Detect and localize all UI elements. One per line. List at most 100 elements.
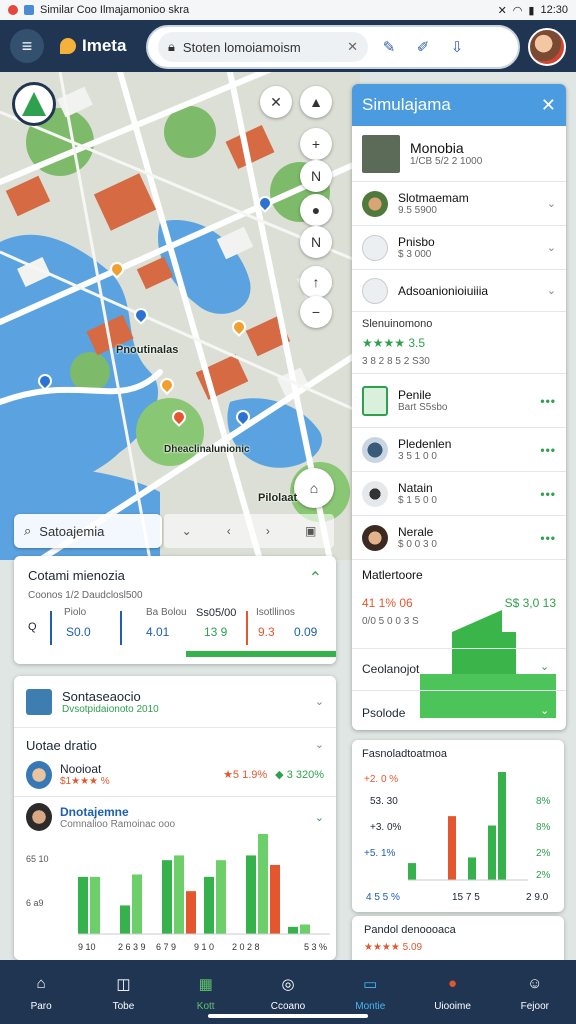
chevron-down-icon[interactable]: ⌄ (547, 284, 556, 297)
chart-bar (498, 772, 506, 880)
section-title: Uotae dratio (26, 738, 97, 753)
compass-map-icon[interactable]: N (300, 226, 332, 258)
chevron-down-icon[interactable]: ⌄ (315, 738, 324, 753)
col-head: Ss05/00 (196, 607, 237, 619)
more-icon[interactable]: ••• (540, 531, 556, 545)
avatar (362, 436, 388, 463)
profile-name: Dnotajemne (60, 804, 129, 819)
summary-sub: Coonos 1/2 Daudclosl500 (28, 590, 143, 601)
route-icon[interactable]: ⌂ (294, 468, 334, 508)
y-tick-label: 8% (536, 822, 551, 833)
chart-bar (174, 855, 184, 934)
profile-pct-green: ◆ 3 320% (275, 769, 324, 781)
more-icon[interactable]: ••• (540, 487, 556, 501)
navigate-icon[interactable]: ▲ (300, 86, 332, 118)
x-tick-label: 2 6 3 9 (118, 942, 146, 952)
list-item[interactable]: Nerale $ 0 0 3 0 ••• (352, 516, 566, 560)
save-icon[interactable]: ▣ (305, 524, 316, 538)
stats-bar (452, 632, 516, 674)
status-app-label: Similar Coo Ilmajamonioo skra (40, 4, 190, 16)
edit-icon[interactable]: ✐ (410, 34, 436, 60)
list-item[interactable]: Natain $ 1 5 0 0 ••• (352, 472, 566, 516)
nav-item-bag[interactable]: ◫ Tobe (82, 960, 164, 1024)
y-tick-label: 2% (536, 870, 551, 881)
more-icon[interactable]: ••• (540, 443, 556, 457)
list-item[interactable]: Adsoanionioiuiiia ⌄ (352, 270, 566, 312)
menu-button[interactable]: ≡ (10, 29, 44, 63)
location-badge[interactable] (12, 82, 56, 126)
map-view[interactable]: ✕ ▲ + N ● N ↑ − ⌂ Pnoutinalas Dheaclinal… (0, 72, 360, 560)
x-tick-label: 6 7 9 (156, 942, 177, 952)
chart-bar (90, 876, 100, 934)
nav-item-flame[interactable]: ● Uiooime (411, 960, 493, 1024)
list-item[interactable]: Pnisbo $ 3 000 ⌄ (352, 226, 566, 270)
chevron-down-icon[interactable]: ⌄ (540, 660, 549, 673)
row-title: Psolode (362, 706, 406, 720)
chevron-down-icon[interactable]: ⌄ (315, 811, 324, 824)
card-header-sub: Dvsotpidaionoto 2010 (62, 703, 159, 715)
battery-icon: ▮ (528, 4, 535, 17)
zoom-in-button[interactable]: + (300, 128, 332, 160)
list-item[interactable]: Penile Bart S5sbo ••• (352, 374, 566, 428)
chevron-up-icon[interactable]: ⌃ (309, 568, 322, 588)
nav-item-home[interactable]: ⌂ Paro (0, 960, 82, 1024)
pen-icon[interactable]: ✎ (376, 34, 402, 60)
car-icon (362, 234, 388, 261)
chevron-down-icon[interactable]: ⌄ (182, 524, 192, 538)
featured-thumbnail (362, 134, 400, 173)
person-icon: ☺ (527, 975, 543, 992)
clear-icon[interactable]: ✕ (347, 39, 358, 55)
featured-item[interactable]: Monobia 1/CB 5/2 2 1000 (352, 126, 566, 182)
y-tick-label: 2% (536, 848, 551, 859)
side-panel: Simulajama ✕ Monobia 1/CB 5/2 2 1000 Slo… (352, 84, 566, 730)
x-tick-label: 5 3 % (304, 942, 328, 952)
chevron-down-icon[interactable]: ⌄ (547, 241, 556, 254)
card-header[interactable]: Sontaseaocio Dvsotpidaionoto 2010 ⌄ (14, 676, 336, 728)
chevron-down-icon[interactable]: ⌄ (315, 695, 324, 708)
up-icon[interactable]: ↑ (300, 266, 332, 298)
hamburger-icon: ≡ (21, 35, 33, 56)
list-item-sub: $ 1 5 0 0 (398, 495, 437, 506)
nav-item-profile[interactable]: ☺ Fejoor (494, 960, 576, 1024)
y-tick-label: 4 5 5 % (366, 892, 400, 903)
profile-row[interactable]: Nooioat $1★★★ % ★5 1.9% ◆ 3 320% (14, 753, 336, 797)
close-icon[interactable]: ✕ (541, 95, 556, 116)
user-avatar[interactable] (528, 28, 566, 66)
pin-icon[interactable]: ● (300, 194, 332, 226)
app-bar: ≡ Imeta 🔒︎ Stoten lomoiamoism ✕ ✎ ✐ ⇩ (0, 20, 576, 72)
shield-icon (362, 385, 388, 416)
chevron-down-icon[interactable]: ⌄ (547, 197, 556, 210)
home-icon: ⌂ (36, 975, 46, 992)
summary-card: Cotami mienozia ⌃ Coonos 1/2 Daudclosl50… (14, 556, 336, 664)
close-map-button[interactable]: ✕ (260, 86, 292, 118)
rating-text: ★★★★ 3.5 (362, 336, 426, 350)
small-card-title: Pandol denoooaca (364, 924, 456, 936)
more-icon[interactable]: ••• (540, 394, 556, 408)
search-bar: 🔒︎ Stoten lomoiamoism ✕ ✎ ✐ ⇩ (146, 25, 520, 69)
zoom-out-button[interactable]: − (300, 296, 332, 328)
list-item-title: Pnisbo (398, 235, 435, 249)
map-search-input[interactable]: ⌕ Satoajemia (14, 514, 162, 548)
small-card[interactable]: Pandol denoooaca ★★★★ 5.09 (352, 916, 564, 966)
chevron-down-icon[interactable]: ⌄ (540, 704, 549, 717)
chevron-left-icon[interactable]: ‹ (227, 524, 231, 538)
search-icon: ⌕ (24, 523, 32, 538)
list-item-sub: 9.5 5900 (398, 205, 437, 216)
mountain-icon (22, 92, 46, 116)
search-input[interactable]: 🔒︎ Stoten lomoiamoism ✕ (158, 32, 368, 62)
card-header-title: Sontaseaocio (62, 688, 141, 704)
avatar (362, 190, 388, 217)
layers-icon[interactable]: N (300, 160, 332, 192)
col-head: Piolo (64, 607, 87, 618)
list-item[interactable]: Slotmaemam 9.5 5900 ⌄ (352, 182, 566, 226)
mountain-icon (362, 277, 388, 304)
row-title: Ceolanojot (362, 662, 420, 676)
map-tools-bar: ⌄ ‹ › ▣ (164, 514, 334, 548)
y-tick-label: +2. 0 % (364, 774, 399, 785)
flame-icon: ● (448, 975, 458, 992)
wifi-icon: ◠ (512, 4, 523, 17)
list-item[interactable]: Pledenlen 3 5 1 0 0 ••• (352, 428, 566, 472)
chevron-right-icon[interactable]: › (266, 524, 270, 538)
stats-bar (420, 674, 556, 718)
share-icon[interactable]: ⇩ (444, 34, 470, 60)
